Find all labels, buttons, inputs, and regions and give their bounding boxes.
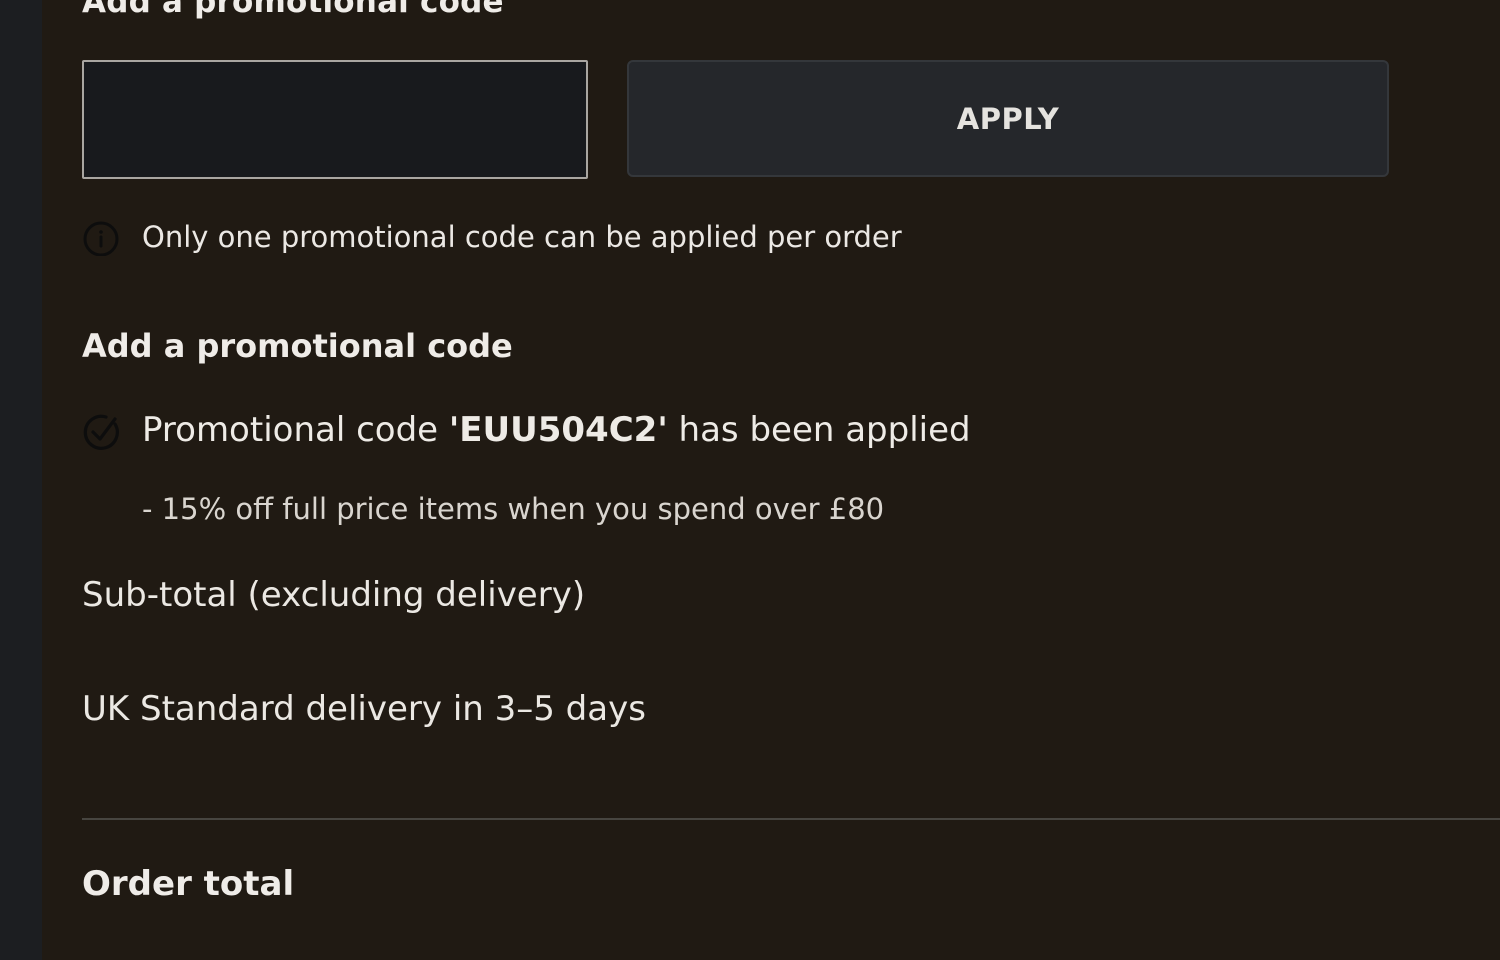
check-circle-icon <box>83 414 119 450</box>
divider <box>82 818 1500 820</box>
info-icon <box>83 221 119 256</box>
applied-prefix: Promotional code <box>142 410 449 450</box>
left-rail <box>0 0 42 960</box>
applied-suffix: has been applied <box>667 410 971 450</box>
promo-info-text: Only one promotional code can be applied… <box>142 220 902 254</box>
discount-description: - 15% off full price items when you spen… <box>142 492 885 526</box>
apply-button[interactable]: APPLY <box>627 60 1389 177</box>
subtotal-label: Sub-total (excluding delivery) <box>82 575 586 615</box>
applied-code: 'EUU504C2' <box>448 410 668 450</box>
delivery-label: UK Standard delivery in 3–5 days <box>82 689 646 729</box>
promo-section-title: Add a promotional code <box>82 327 513 365</box>
promo-code-input[interactable] <box>82 60 588 179</box>
promo-info-row: Only one promotional code can be applied… <box>82 218 902 256</box>
promo-applied-row: Promotional code 'EUU504C2' has been app… <box>82 410 971 450</box>
promo-applied-text: Promotional code 'EUU504C2' has been app… <box>142 410 971 450</box>
order-total-label: Order total <box>82 864 295 904</box>
promo-heading-top: Add a promotional code <box>82 0 504 20</box>
